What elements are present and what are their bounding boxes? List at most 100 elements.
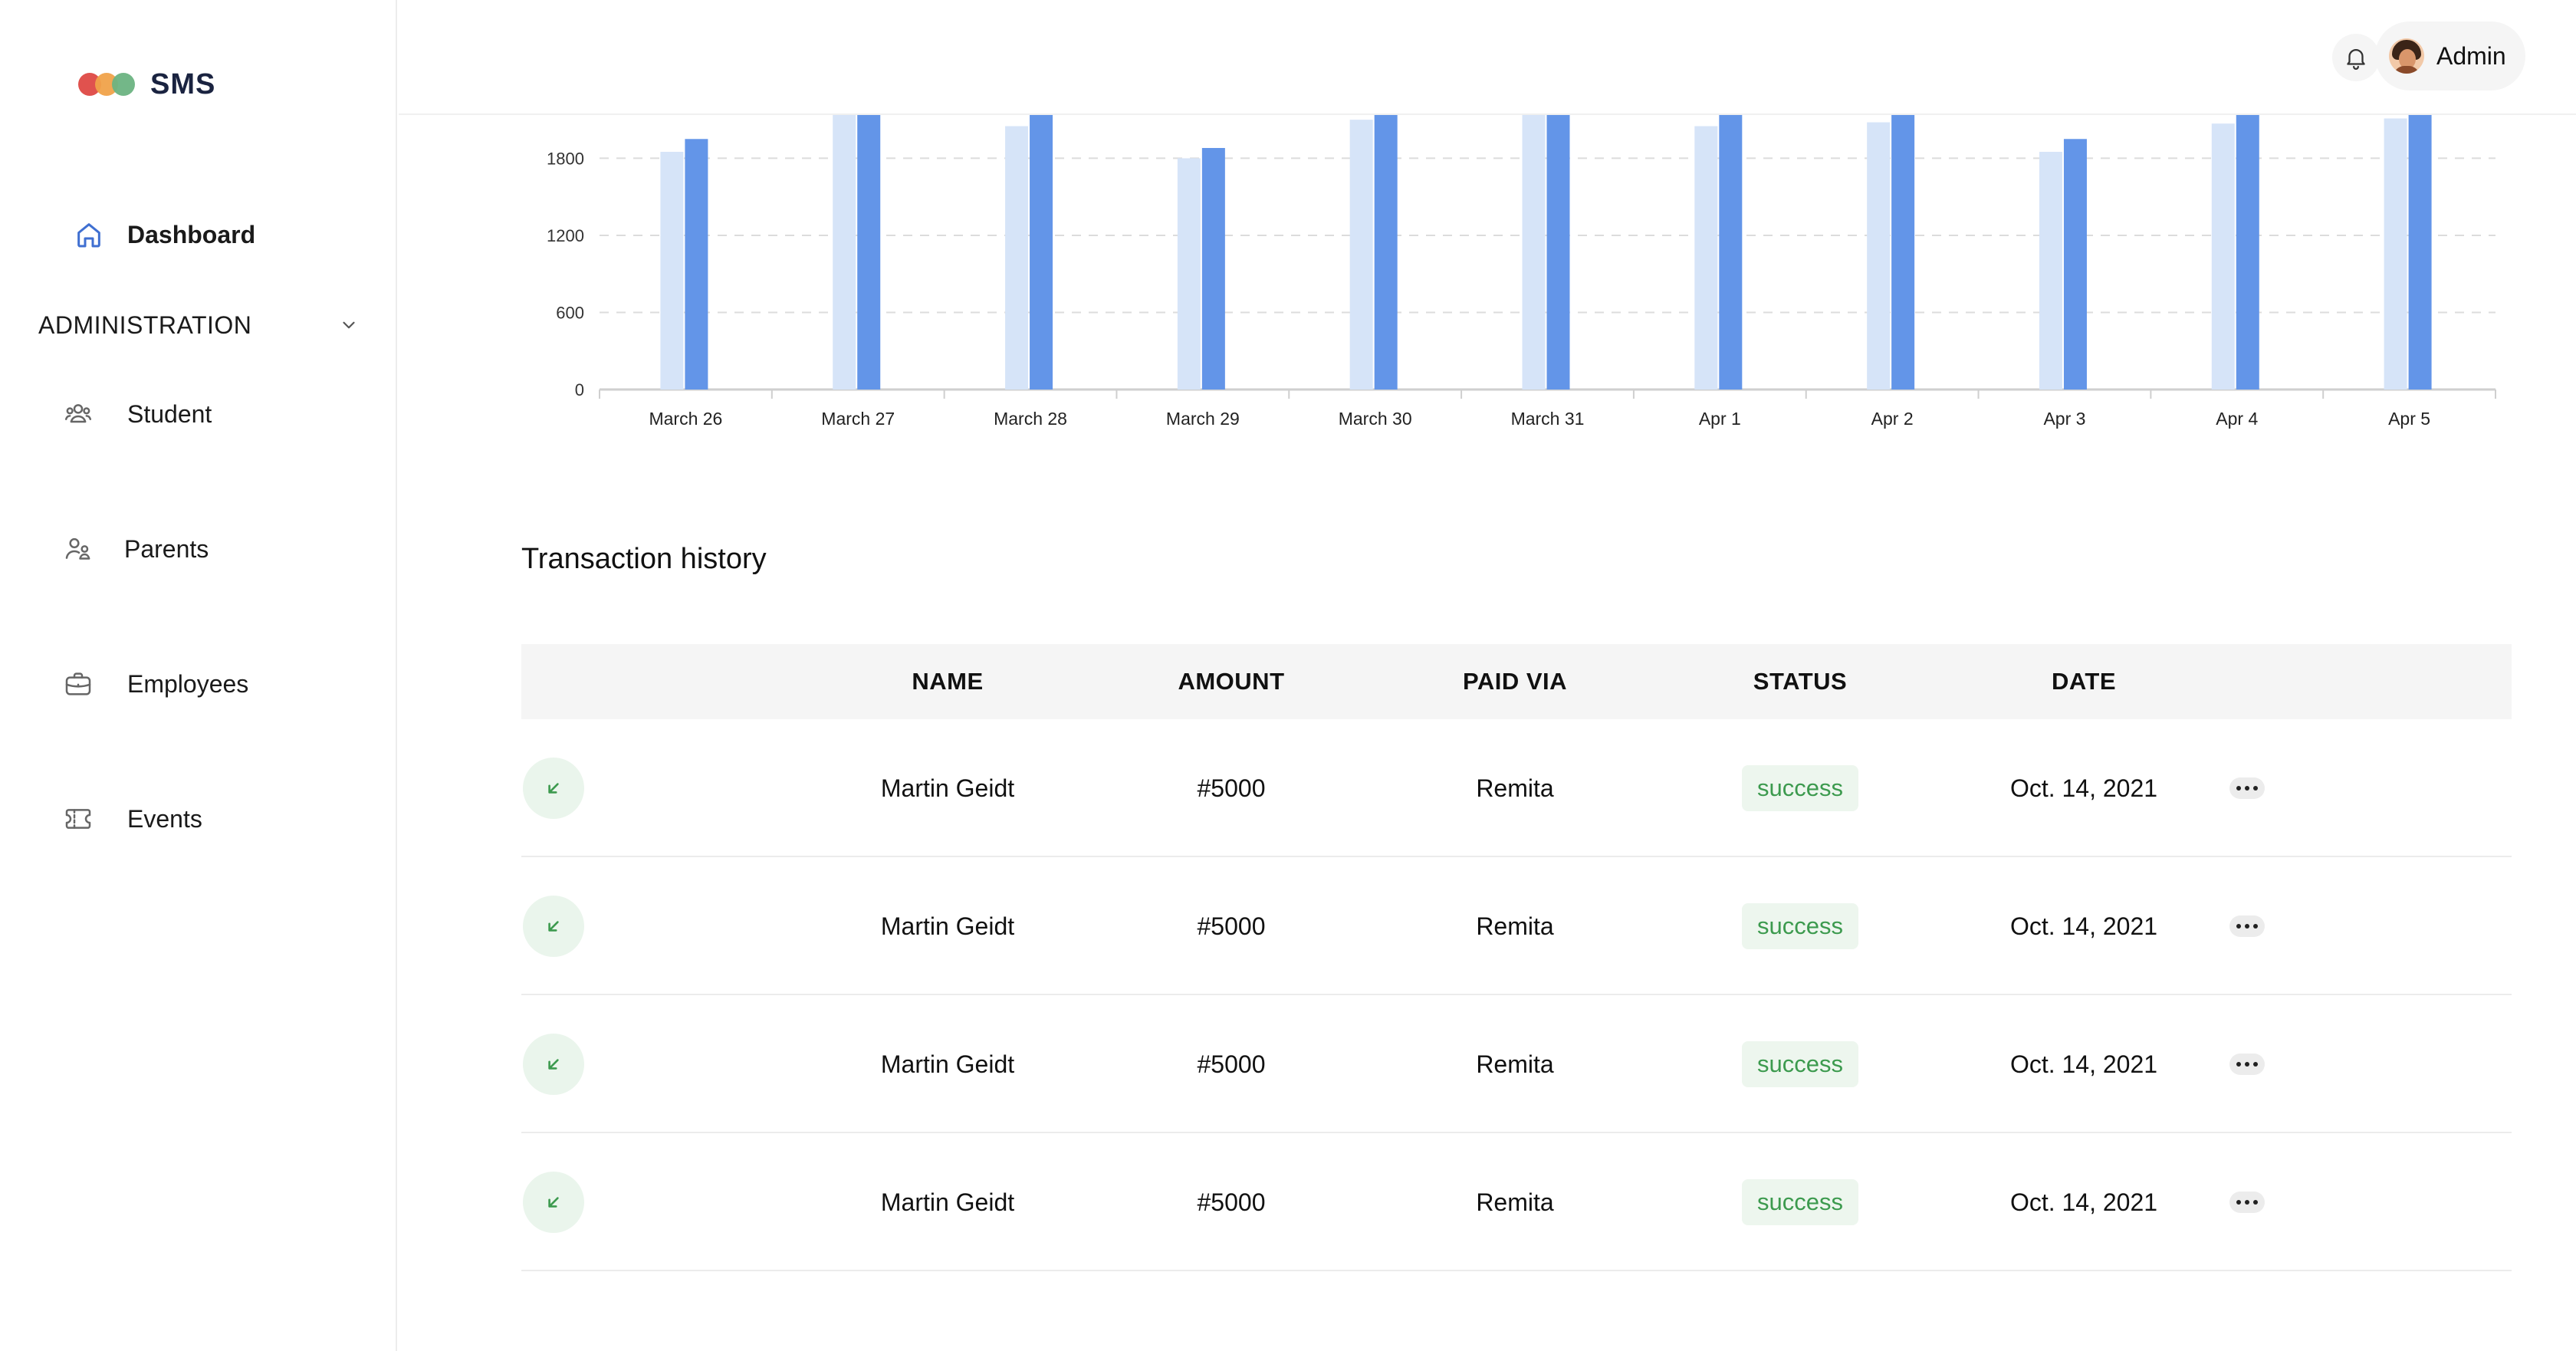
bar-chart-svg: 0 600 1200 1800 March 26 March 27 March 28 Marc…: [547, 36, 2496, 429]
y-tick-label: 600: [556, 303, 584, 322]
status-badge: success: [1742, 903, 1858, 949]
more-options-button[interactable]: [2229, 777, 2265, 799]
briefcase-icon: [65, 672, 91, 695]
table-header: NAME AMOUNT PAID VIA STATUS DATE: [521, 644, 2512, 719]
column-header-amount[interactable]: AMOUNT: [1139, 644, 1323, 719]
x-tick-label: March 31: [1511, 409, 1585, 429]
y-tick-label: 0: [575, 380, 584, 399]
sidebar-item-student[interactable]: Student: [63, 399, 212, 429]
bar-series-2: [2236, 90, 2259, 390]
app-logo[interactable]: SMS: [78, 64, 215, 104]
cell-name: Martin Geidt: [880, 1188, 1015, 1216]
status-badge: success: [1742, 1041, 1858, 1087]
cell-date: Oct. 14, 2021: [2009, 1188, 2158, 1216]
bar-series-1: [1177, 158, 1201, 390]
x-tick-label: Apr 2: [1871, 409, 1914, 429]
cell-date: Oct. 14, 2021: [2009, 1050, 2158, 1078]
bar-series-2: [1546, 36, 1570, 390]
bar-series-2: [2063, 139, 2087, 390]
arrow-down-left-icon: [548, 1059, 559, 1070]
status-badge: success: [1742, 765, 1858, 811]
table-row[interactable]: Martin Geidt #5000 Remita success Oct. 1…: [521, 857, 2512, 995]
incoming-arrow-button[interactable]: [523, 896, 584, 957]
transaction-history-title: Transaction history: [521, 543, 767, 575]
parents-icon: [65, 537, 90, 560]
bar-series-1: [1522, 68, 1546, 390]
bar-series-1: [1005, 126, 1029, 390]
cell-paid-via: Remita: [1476, 1188, 1554, 1216]
cell-date: Oct. 14, 2021: [2009, 774, 2158, 802]
more-options-button[interactable]: [2229, 1054, 2265, 1075]
sidebar-item-label: Employees: [127, 669, 249, 698]
incoming-arrow-button[interactable]: [523, 1172, 584, 1233]
top-header: Admin: [399, 0, 2576, 115]
bar-series-2: [685, 139, 708, 390]
bar-series-1: [833, 81, 856, 390]
avatar: [2389, 38, 2424, 74]
cell-amount: #5000: [1197, 912, 1266, 940]
bar-series-1: [1867, 122, 1891, 390]
cell-paid-via: Remita: [1476, 1050, 1554, 1078]
transactions-bar-chart: 0 600 1200 1800 March 26 March 27 March 28 Marc…: [537, 36, 2507, 445]
x-tick-label: March 28: [994, 409, 1067, 429]
cell-status: success: [1670, 719, 1930, 857]
cell-status: success: [1670, 995, 1930, 1133]
more-options-button[interactable]: [2229, 1192, 2265, 1213]
bar-series-2: [1201, 148, 1225, 390]
bar-series-2: [1891, 96, 1915, 390]
table-row[interactable]: Martin Geidt #5000 Remita success Oct. 1…: [521, 995, 2512, 1133]
app-title: SMS: [150, 67, 216, 100]
x-tick-label: Apr 1: [1699, 409, 1741, 429]
cell-date: Oct. 14, 2021: [2009, 912, 2158, 940]
column-header-date[interactable]: DATE: [1992, 644, 2176, 719]
status-badge: success: [1742, 1179, 1858, 1225]
incoming-arrow-button[interactable]: [523, 1034, 584, 1095]
bar-series-1: [1349, 120, 1373, 390]
more-options-button[interactable]: [2229, 915, 2265, 937]
y-tick-label: 1200: [547, 226, 584, 245]
cell-status: success: [1670, 857, 1930, 995]
sidebar-item-employees[interactable]: Employees: [63, 669, 248, 699]
column-header-name[interactable]: NAME: [856, 644, 1040, 719]
arrow-down-left-icon: [548, 921, 559, 932]
cell-amount: #5000: [1197, 774, 1266, 802]
table-row[interactable]: Martin Geidt #5000 Remita success Oct. 1…: [521, 719, 2512, 857]
bar-series-1: [1694, 126, 1718, 390]
bar-series-1: [2384, 118, 2407, 390]
sidebar-item-parents[interactable]: Parents: [63, 534, 209, 564]
y-tick-label: 1800: [547, 149, 584, 168]
user-menu-button[interactable]: Admin: [2375, 21, 2525, 90]
x-tick-label: March 29: [1166, 409, 1240, 429]
user-name: Admin: [2436, 41, 2506, 70]
sidebar-item-label: Events: [127, 804, 202, 833]
sidebar-item-dashboard[interactable]: Dashboard: [74, 219, 255, 250]
cell-status: success: [1670, 1133, 1930, 1271]
x-tick-label: Apr 5: [2388, 409, 2430, 429]
cell-paid-via: Remita: [1476, 774, 1554, 802]
cell-name: Martin Geidt: [880, 912, 1015, 940]
administration-section-toggle[interactable]: ADMINISTRATION: [38, 308, 359, 342]
sidebar-item-events[interactable]: Events: [63, 804, 202, 834]
logo-dots-icon: [78, 71, 141, 98]
arrow-down-left-icon: [548, 1197, 559, 1208]
sidebar-item-label: Student: [127, 399, 212, 428]
cell-paid-via: Remita: [1476, 912, 1554, 940]
notifications-button[interactable]: [2332, 34, 2380, 81]
incoming-arrow-button[interactable]: [523, 758, 584, 819]
x-tick-label: March 26: [649, 409, 722, 429]
bell-icon: [2347, 49, 2365, 70]
column-header-status[interactable]: STATUS: [1708, 644, 1892, 719]
sidebar-item-label: Dashboard: [127, 220, 256, 248]
app: SMS Dashboard ADMINISTRATION Student Par…: [0, 0, 2576, 1351]
cell-name: Martin Geidt: [880, 774, 1015, 802]
bar-series-1: [660, 152, 684, 390]
sidebar-item-label: Parents: [124, 534, 209, 563]
table-row[interactable]: Martin Geidt #5000 Remita success Oct. 1…: [521, 1133, 2512, 1271]
cell-name: Martin Geidt: [880, 1050, 1015, 1078]
x-tick-label: Apr 3: [2043, 409, 2085, 429]
cell-amount: #5000: [1197, 1188, 1266, 1216]
x-tick-label: March 27: [821, 409, 895, 429]
bar-series-2: [2408, 55, 2432, 390]
cell-amount: #5000: [1197, 1050, 1266, 1078]
column-header-paid-via[interactable]: PAID VIA: [1423, 644, 1607, 719]
